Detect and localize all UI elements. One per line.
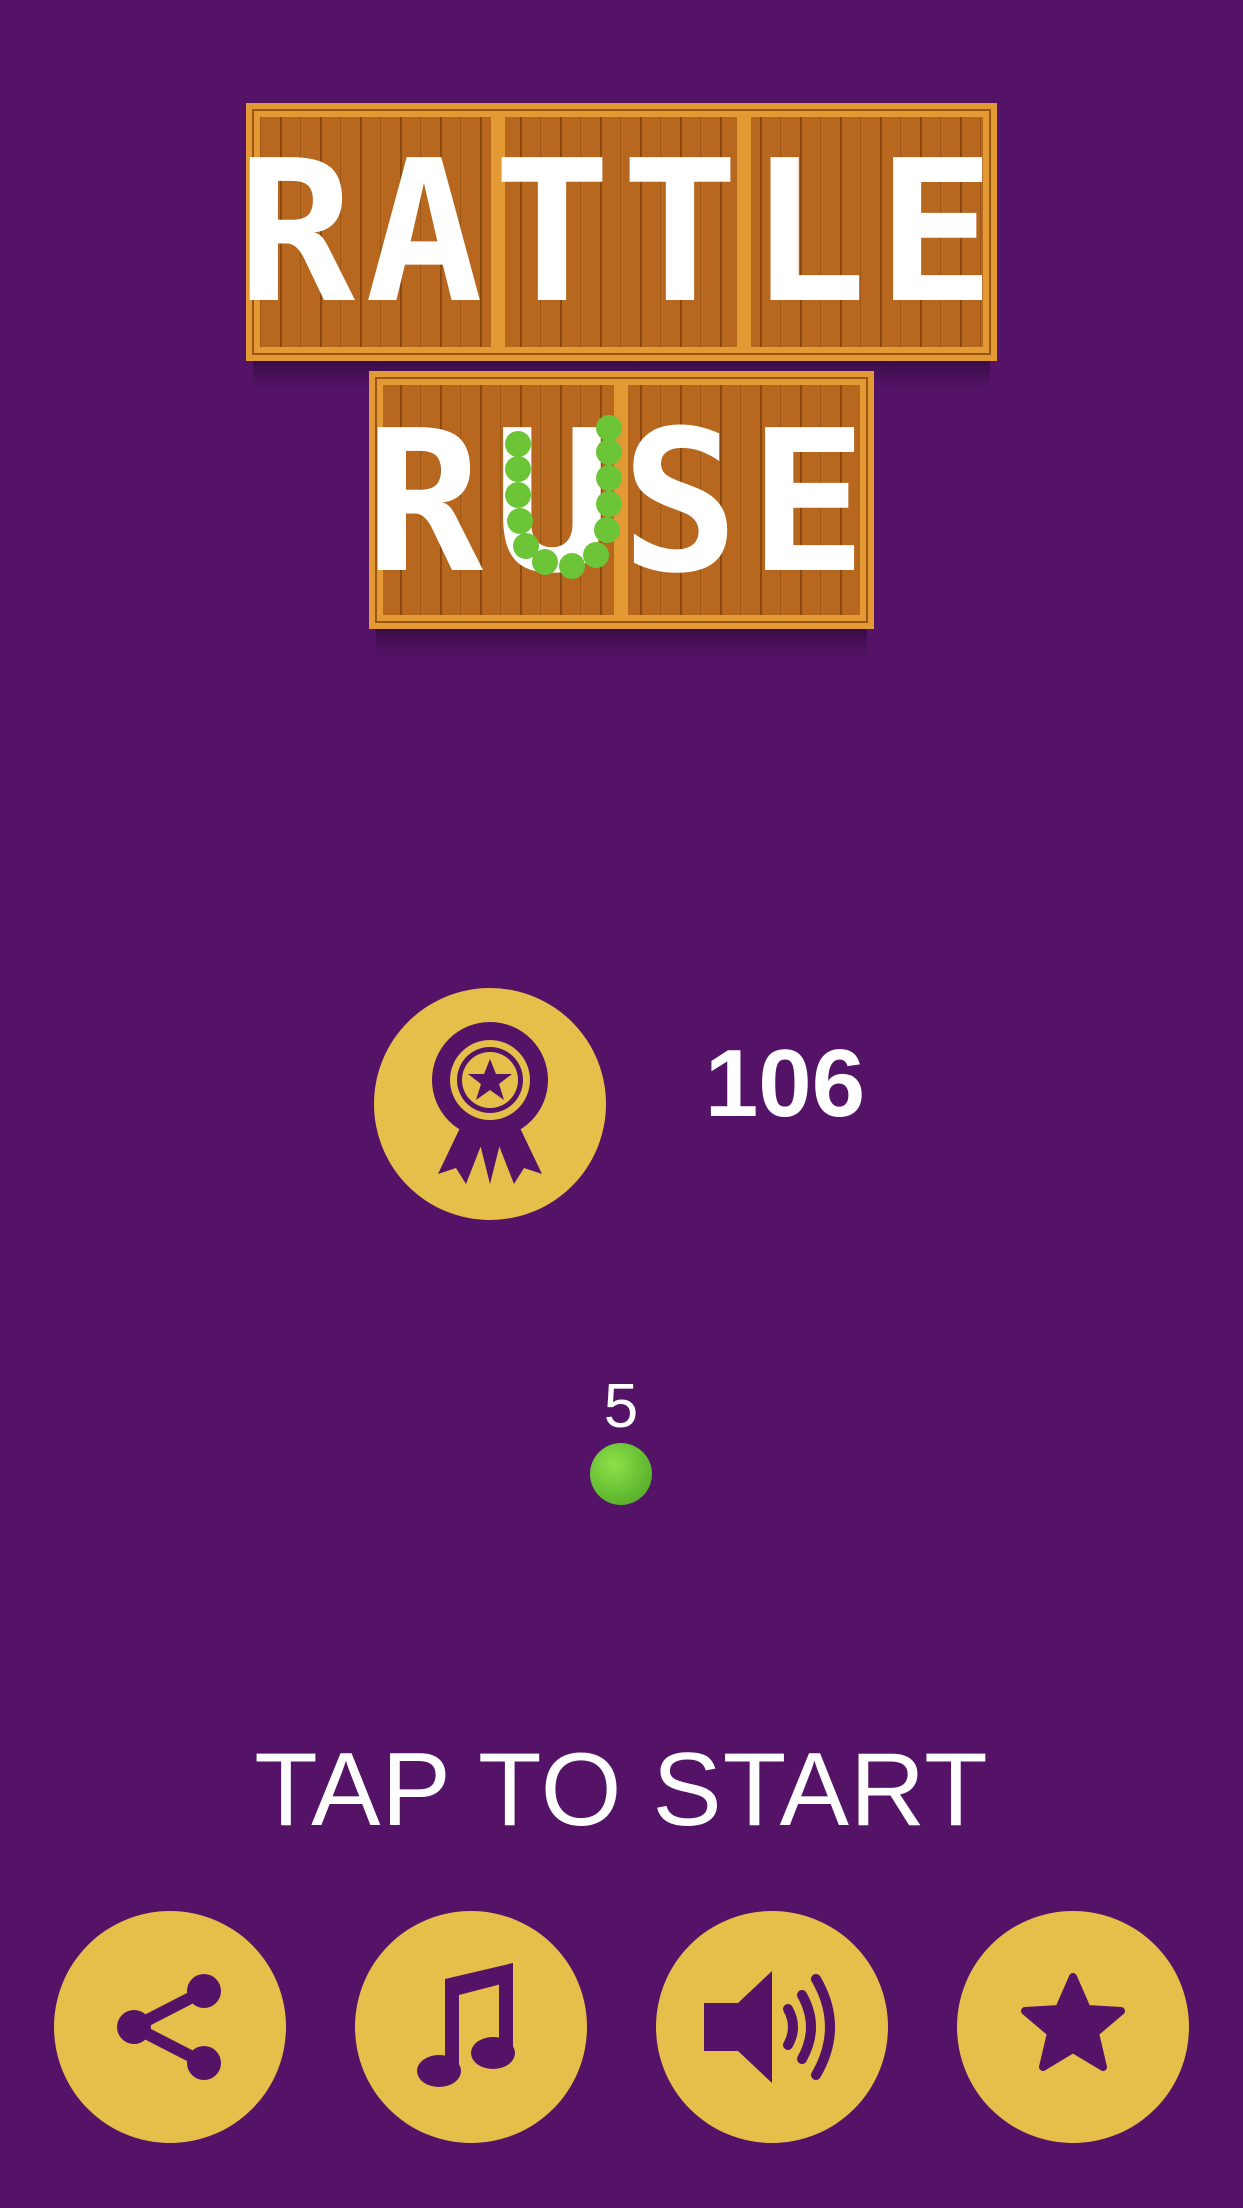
star-icon (1021, 1973, 1125, 2071)
high-score-badge (374, 988, 606, 1220)
rate-button[interactable] (957, 1911, 1189, 2143)
sound-icon (704, 1971, 835, 2083)
award-ribbon-icon (432, 1022, 548, 1184)
music-icon (417, 1963, 515, 2087)
sound-button[interactable] (656, 1911, 888, 2143)
share-button[interactable] (54, 1911, 286, 2143)
snake-head (590, 1443, 652, 1505)
title-line-1: RATTLE (237, 119, 1005, 347)
high-score-value: 106 (704, 1030, 866, 1137)
music-button[interactable] (355, 1911, 587, 2143)
game-logo: RATTLE RUSE (0, 0, 1243, 680)
share-icon (117, 1974, 221, 2080)
tap-to-start-prompt[interactable]: TAP TO START (0, 1730, 1243, 1850)
snake-length-counter: 5 (603, 1372, 639, 1441)
